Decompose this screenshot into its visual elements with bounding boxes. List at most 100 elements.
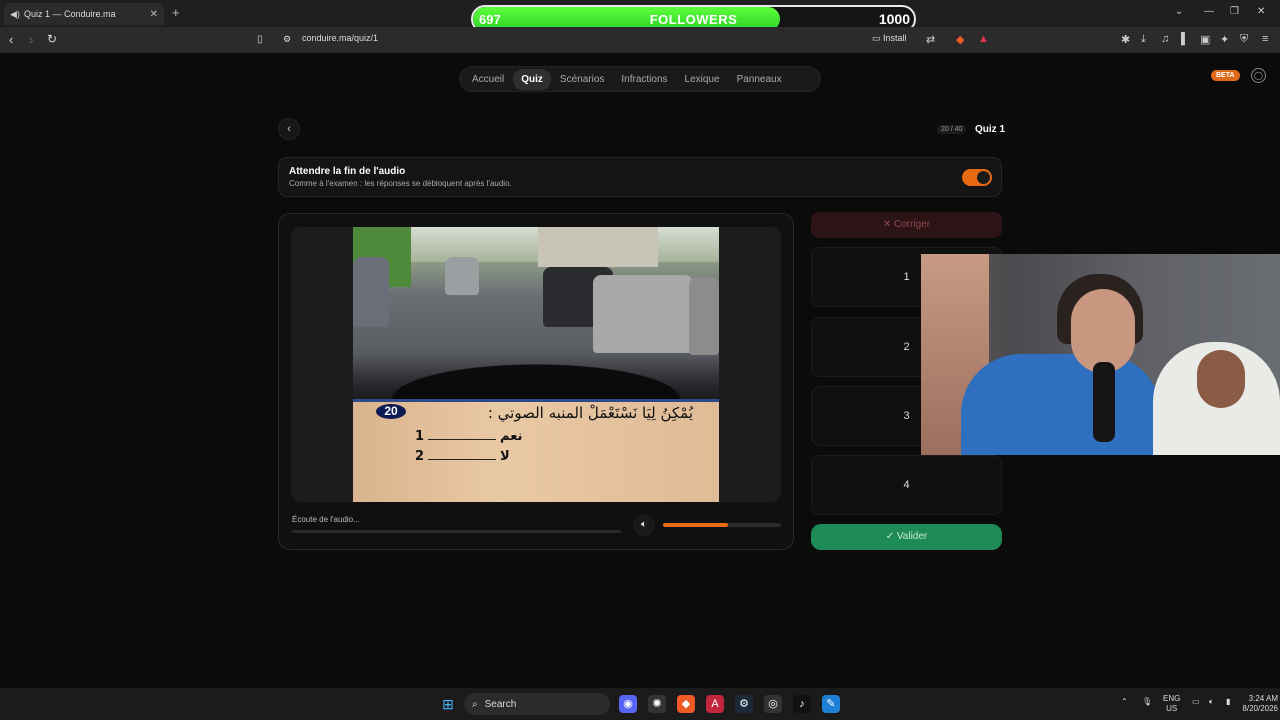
mic-icon[interactable]: 🎙︎ xyxy=(1142,697,1152,707)
menu-icon[interactable]: ≡ xyxy=(1262,33,1268,45)
bookmark-icon[interactable]: ▯ xyxy=(257,34,263,45)
brave-rewards-icon[interactable]: ▲ xyxy=(978,33,989,45)
webcam-overlay xyxy=(921,254,1280,455)
chatgpt-icon[interactable]: ✺ xyxy=(648,695,666,713)
question-text: يُمْكِنُ لِيَا نَسْتَعْمَلْ المنبه الصوت… xyxy=(487,404,693,422)
user-icon[interactable]: ◯ xyxy=(1251,68,1266,83)
car-ahead xyxy=(445,257,479,295)
nav-quiz[interactable]: Quiz xyxy=(513,68,551,90)
vpn-shield-icon[interactable]: ⛨ xyxy=(1240,33,1248,46)
chevron-up-icon[interactable]: ⌃ xyxy=(1121,697,1128,707)
quiz-title: Quiz 1 xyxy=(975,124,1006,135)
question-media: 20 يُمْكِنُ لِيَا نَسْتَعْمَلْ المنبه ال… xyxy=(291,227,781,502)
followers-label: FOLLOWERS xyxy=(649,12,738,27)
answer-2-num: 2 xyxy=(415,449,425,464)
lang-top: ENG xyxy=(1163,694,1181,703)
audio-progress-track[interactable] xyxy=(292,530,621,533)
answer-1-blank xyxy=(428,439,497,440)
brave-icon[interactable]: ◆ xyxy=(677,695,695,713)
taskbar: ⊞ ⌕ Search ◉ ✺ ◆ A ⚙ ◎ ♪ ✎ ⌃ 🎙︎ ENG US ▭ … xyxy=(0,688,1280,720)
clock[interactable]: 3:24 AM 8/20/2026 xyxy=(1230,694,1278,714)
answer-2-text: لا xyxy=(500,449,510,464)
question-number: 20 xyxy=(376,404,406,419)
answer-line-1: 1 نعم xyxy=(415,429,522,444)
volume-fill xyxy=(663,523,728,527)
nav-accueil[interactable]: Accueil xyxy=(464,69,512,90)
leo-ai-icon[interactable]: ✦ xyxy=(1220,33,1229,46)
discord-icon[interactable]: ◉ xyxy=(619,695,637,713)
audio-wait-toggle[interactable] xyxy=(962,169,992,186)
streamer-face xyxy=(1071,289,1135,373)
answer-line-2: 2 لا xyxy=(415,449,510,464)
search-icon: ⌕ xyxy=(472,698,478,710)
browser-tab[interactable]: ◀) Quiz 1 — Conduire.ma ✕ xyxy=(4,3,164,25)
taskbar-search[interactable]: ⌕ Search xyxy=(464,693,610,715)
windows-start-icon[interactable]: ⊞ xyxy=(439,695,457,713)
site-info-icon[interactable]: ⚙ xyxy=(283,34,291,45)
correct-button[interactable]: ✕ Corriger xyxy=(811,212,1002,238)
extensions-icon[interactable]: ✱ xyxy=(1121,33,1130,46)
followers-goal: 1000 xyxy=(878,11,910,27)
nav-panneaux[interactable]: Panneaux xyxy=(729,69,790,90)
obs-icon[interactable]: ◎ xyxy=(764,695,782,713)
toggle-knob xyxy=(977,171,990,184)
back-icon[interactable]: ‹ xyxy=(9,32,13,47)
lang-bottom: US xyxy=(1166,704,1178,713)
audio-option-title: Attendre la fin de l'audio xyxy=(289,166,406,177)
nav-infractions[interactable]: Infractions xyxy=(613,69,675,90)
question-image: 20 يُمْكِنُ لِيَا نَسْتَعْمَلْ المنبه ال… xyxy=(353,227,719,502)
install-label: Install xyxy=(883,33,907,43)
search-label: Search xyxy=(484,698,517,710)
street-scene xyxy=(353,227,719,399)
close-tab-icon[interactable]: ✕ xyxy=(150,9,158,20)
chevron-down-icon[interactable]: ⌄ xyxy=(1175,6,1183,17)
scene-building xyxy=(538,227,658,267)
install-button[interactable]: ▭ Install xyxy=(872,33,907,44)
question-card: 20 يُمْكِنُ لِيَا نَسْتَعْمَلْ المنبه ال… xyxy=(278,213,794,550)
reload-icon[interactable]: ↻ xyxy=(47,32,57,46)
volume-icon: 🔈︎ xyxy=(641,519,647,530)
forward-icon[interactable]: › xyxy=(29,32,33,47)
guest-face xyxy=(1197,350,1245,408)
answer-2-blank xyxy=(428,459,497,460)
chevron-left-icon: ‹ xyxy=(287,123,291,135)
back-button[interactable]: ‹ xyxy=(278,118,300,140)
streamer-body xyxy=(961,354,1161,455)
language-indicator[interactable]: ENG US xyxy=(1163,694,1180,714)
clock-time: 3:24 AM xyxy=(1248,694,1278,703)
answer-1-num: 1 xyxy=(415,429,425,444)
restore-icon[interactable]: ❐ xyxy=(1230,6,1239,17)
answer-option-4[interactable]: 4 xyxy=(811,455,1002,515)
music-icon[interactable]: ♫ xyxy=(1161,33,1169,45)
download-icon[interactable]: ⤓ xyxy=(1141,33,1146,46)
sidebar-icon[interactable]: ▌ xyxy=(1181,33,1189,45)
nav-lexique[interactable]: Lexique xyxy=(677,69,728,90)
monitor-icon: ▭ xyxy=(872,33,884,43)
minimize-icon[interactable]: — xyxy=(1204,6,1214,17)
angular-icon[interactable]: A xyxy=(706,695,724,713)
answer-1-text: نعم xyxy=(500,429,523,444)
new-tab-button[interactable]: + xyxy=(172,5,180,20)
brave-shield-icon[interactable]: ◆ xyxy=(956,33,964,46)
parked-car-2 xyxy=(593,275,693,353)
network-icon[interactable]: ▭ xyxy=(1192,697,1200,707)
steam-icon[interactable]: ⚙ xyxy=(735,695,753,713)
app-icon[interactable]: ✎ xyxy=(822,695,840,713)
volume-slider[interactable] xyxy=(663,523,781,527)
audio-wait-option: Attendre la fin de l'audio Comme à l'exa… xyxy=(278,157,1002,197)
microphone xyxy=(1093,362,1115,442)
address-bar[interactable]: conduire.ma/quiz/1 xyxy=(302,33,378,43)
parked-car-3 xyxy=(689,277,719,355)
question-counter: 20 / 40 xyxy=(937,125,967,134)
speaker-tray-icon[interactable]: 🔈︎ xyxy=(1209,697,1214,707)
close-window-icon[interactable]: ✕ xyxy=(1257,6,1265,17)
validate-button[interactable]: ✓ Valider xyxy=(811,524,1002,550)
tab-title: Quiz 1 — Conduire.ma xyxy=(24,9,116,19)
audio-status: Écoute de l'audio... xyxy=(292,515,360,524)
wallet-icon[interactable]: ▣ xyxy=(1200,33,1210,46)
nav-scenarios[interactable]: Scénarios xyxy=(552,69,612,90)
translate-icon[interactable]: ⇄ xyxy=(926,33,935,46)
volume-button[interactable]: 🔈︎ xyxy=(633,514,655,536)
speaker-icon: ◀) xyxy=(10,9,20,19)
tiktok-icon[interactable]: ♪ xyxy=(793,695,811,713)
